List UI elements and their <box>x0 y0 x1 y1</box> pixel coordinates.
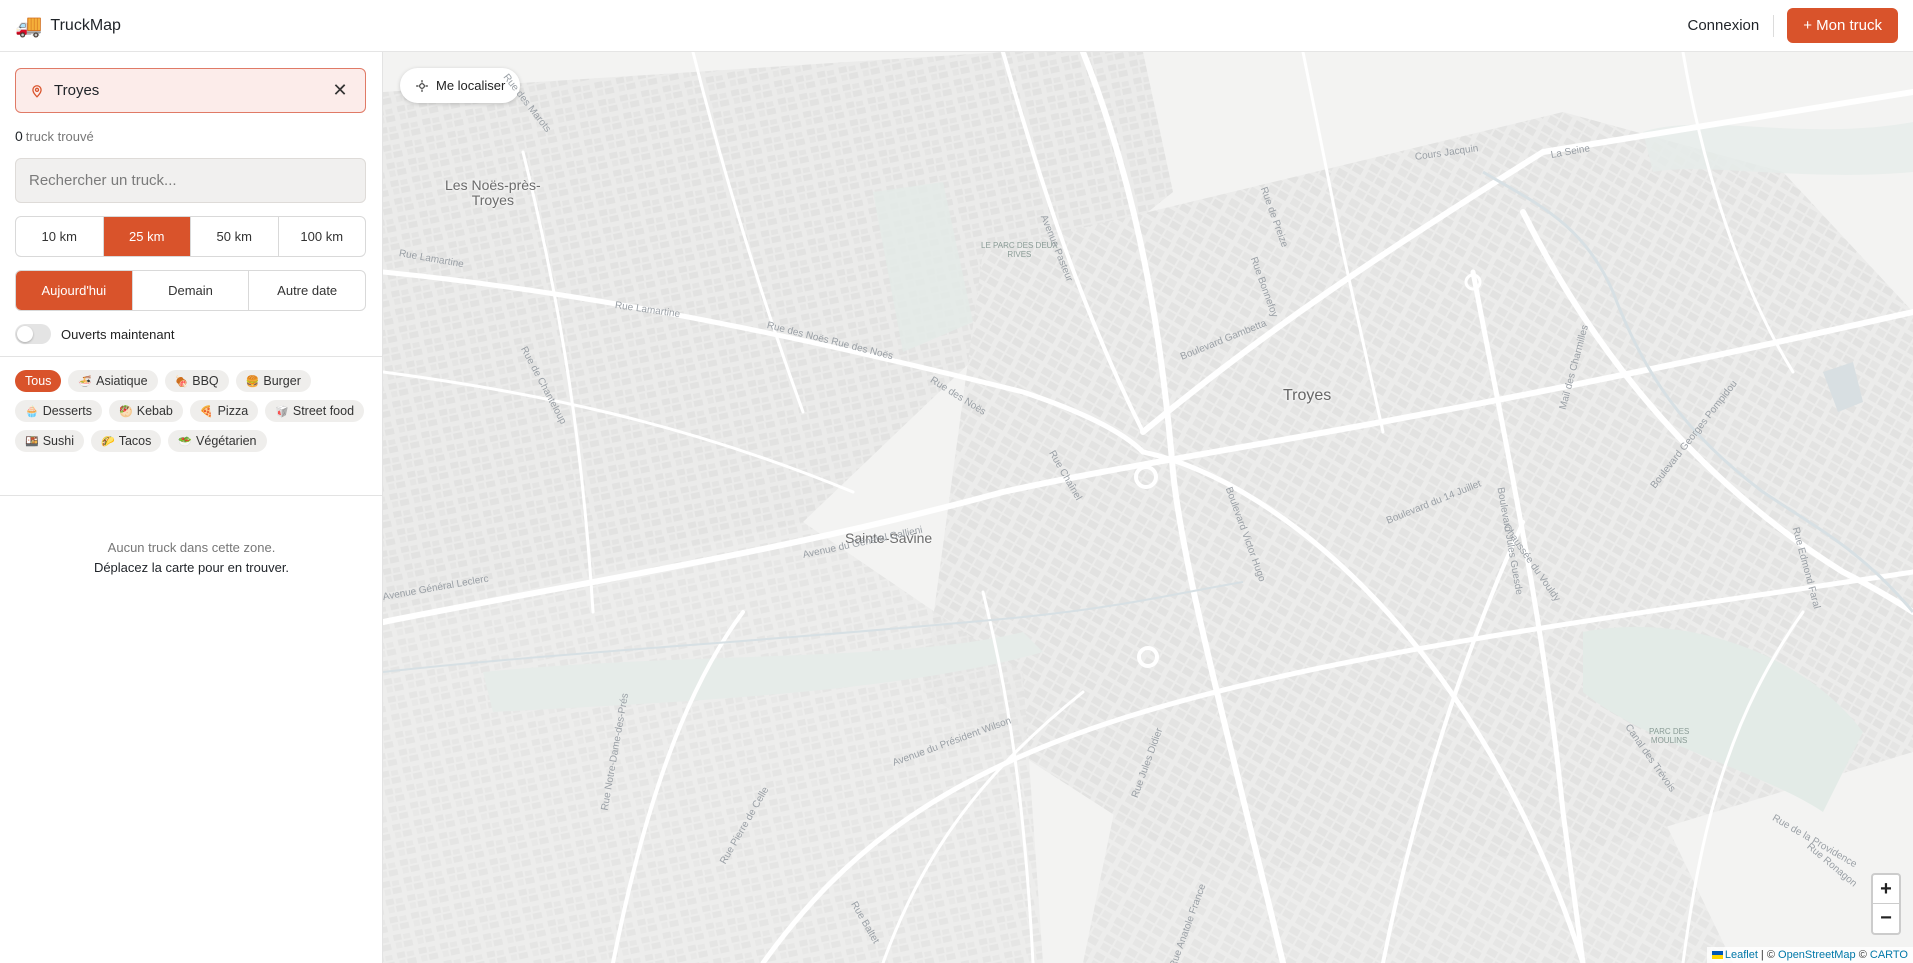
close-icon[interactable]: ✕ <box>329 80 351 102</box>
empty-state-title: Aucun truck dans cette zone. <box>107 540 276 555</box>
category-label: Pizza <box>217 404 249 418</box>
category-label: Kebab <box>136 404 173 418</box>
locate-me-button[interactable]: Me localiser <box>400 68 521 103</box>
open-now-label: Ouverts maintenant <box>61 326 175 342</box>
park-label-deux-rives: LE PARC DES DEUX RIVES <box>981 241 1058 259</box>
category-icon: 🥡 <box>275 405 289 418</box>
category-label: BBQ <box>192 374 219 388</box>
divider <box>0 495 383 496</box>
category-chip[interactable]: 🍱 Sushi <box>15 430 84 452</box>
flag-icon <box>1711 951 1723 959</box>
crosshair-icon <box>416 79 428 92</box>
zoom-in-button[interactable]: + <box>1873 875 1899 904</box>
brand[interactable]: 🚚 TruckMap <box>15 12 121 38</box>
toggle-knob <box>17 326 33 342</box>
category-icon: 🥙 <box>119 405 133 418</box>
open-now-toggle[interactable] <box>15 324 51 344</box>
day-selector: Aujourd'hui Demain Autre date <box>15 270 366 311</box>
category-label: Street food <box>292 404 355 418</box>
add-truck-button[interactable]: + Mon truck <box>1787 8 1898 43</box>
park-label-moulins: PARC DES MOULINS <box>1649 727 1690 745</box>
open-now-row: Ouverts maintenant <box>15 324 174 344</box>
sidebar: Troyes ✕ 0truck trouvé 10 km25 km50 km10… <box>0 52 383 963</box>
search-input[interactable] <box>15 158 366 203</box>
category-label: Sushi <box>42 434 74 448</box>
location-field[interactable]: Troyes ✕ <box>15 68 366 113</box>
header-actions: Connexion + Mon truck <box>1674 8 1898 43</box>
map[interactable]: Me localiser Les Noës-près- Troyes Troye… <box>383 52 1913 963</box>
category-chip[interactable]: 🍕 Pizza <box>189 400 259 422</box>
category-chip[interactable]: 🥗 Végétarien <box>168 430 267 452</box>
leaflet-link[interactable]: Leaflet <box>1725 949 1758 961</box>
category-chip[interactable]: 🍔 Burger <box>235 370 311 392</box>
results-count-text: truck trouvé <box>25 129 94 144</box>
category-icon: 🥗 <box>178 435 193 448</box>
map-pin-icon <box>32 84 42 98</box>
day-option[interactable]: Aujourd'hui <box>16 271 132 310</box>
distance-selector: 10 km 25 km 50 km 100 km <box>15 216 366 257</box>
location-value: Troyes <box>54 82 100 99</box>
results-count-number: 0 <box>15 128 23 144</box>
brand-name: TruckMap <box>50 16 121 34</box>
category-label: Asiatique <box>96 374 148 388</box>
carto-link[interactable]: CARTO <box>1870 949 1908 961</box>
category-filters: Tous 🍜 Asiatique 🍖 BBQ 🍔 Burger 🧁 Desserts 🥙 Kebab… <box>15 370 370 452</box>
place-label-troyes: Troyes <box>1283 387 1332 404</box>
category-label: Tacos <box>118 434 152 448</box>
category-icon: 🍔 <box>245 375 260 388</box>
category-chip[interactable]: 🍜 Asiatique <box>68 370 158 392</box>
category-icon: 🍜 <box>78 375 93 388</box>
day-option[interactable]: Autre date <box>248 271 365 310</box>
category-label: Tous <box>25 374 52 388</box>
zoom-control: + − <box>1871 873 1901 935</box>
map-tiles <box>383 52 1913 963</box>
empty-state-hint: Déplacez la carte pour en trouver. <box>93 560 290 575</box>
map-attribution: Leaflet | © OpenStreetMap © CARTO <box>1706 947 1913 963</box>
category-chip[interactable]: 🥙 Kebab <box>109 400 183 422</box>
place-label-noes: Les Noës-près- Troyes <box>445 177 541 208</box>
category-chip[interactable]: 🍖 BBQ <box>164 370 229 392</box>
distance-option[interactable]: 10 km <box>16 217 103 256</box>
header-divider <box>1773 14 1775 37</box>
category-icon: 🍖 <box>174 375 189 388</box>
category-icon: 🧁 <box>25 405 39 418</box>
locate-me-label: Me localiser <box>436 78 506 93</box>
distance-option[interactable]: 50 km <box>190 217 278 256</box>
category-icon: 🌮 <box>100 435 115 448</box>
category-label: Végétarien <box>196 434 257 448</box>
category-chip[interactable]: 🌮 Tacos <box>90 430 162 452</box>
top-bar: 🚚 TruckMap Connexion + Mon truck <box>0 0 1913 52</box>
distance-option[interactable]: 100 km <box>277 217 366 256</box>
category-chip[interactable]: 🥡 Street food <box>265 400 365 422</box>
category-label: Burger <box>263 374 301 388</box>
category-label: Desserts <box>42 404 93 418</box>
category-icon: 🍱 <box>25 435 39 448</box>
login-link[interactable]: Connexion <box>1674 17 1774 34</box>
divider <box>0 356 383 357</box>
truck-icon: 🚚 <box>15 12 43 38</box>
category-chip[interactable]: 🧁 Desserts <box>15 400 103 422</box>
attribution-separator: | © <box>1757 949 1779 961</box>
category-icon: 🍕 <box>199 405 214 418</box>
distance-option[interactable]: 25 km <box>102 217 190 256</box>
attribution-separator: © <box>1855 949 1870 961</box>
zoom-out-button[interactable]: − <box>1873 904 1899 933</box>
osm-link[interactable]: OpenStreetMap <box>1778 949 1856 961</box>
results-count: 0 truck trouvé <box>15 128 94 144</box>
day-option[interactable]: Demain <box>131 271 249 310</box>
category-chip[interactable]: Tous <box>15 370 62 392</box>
